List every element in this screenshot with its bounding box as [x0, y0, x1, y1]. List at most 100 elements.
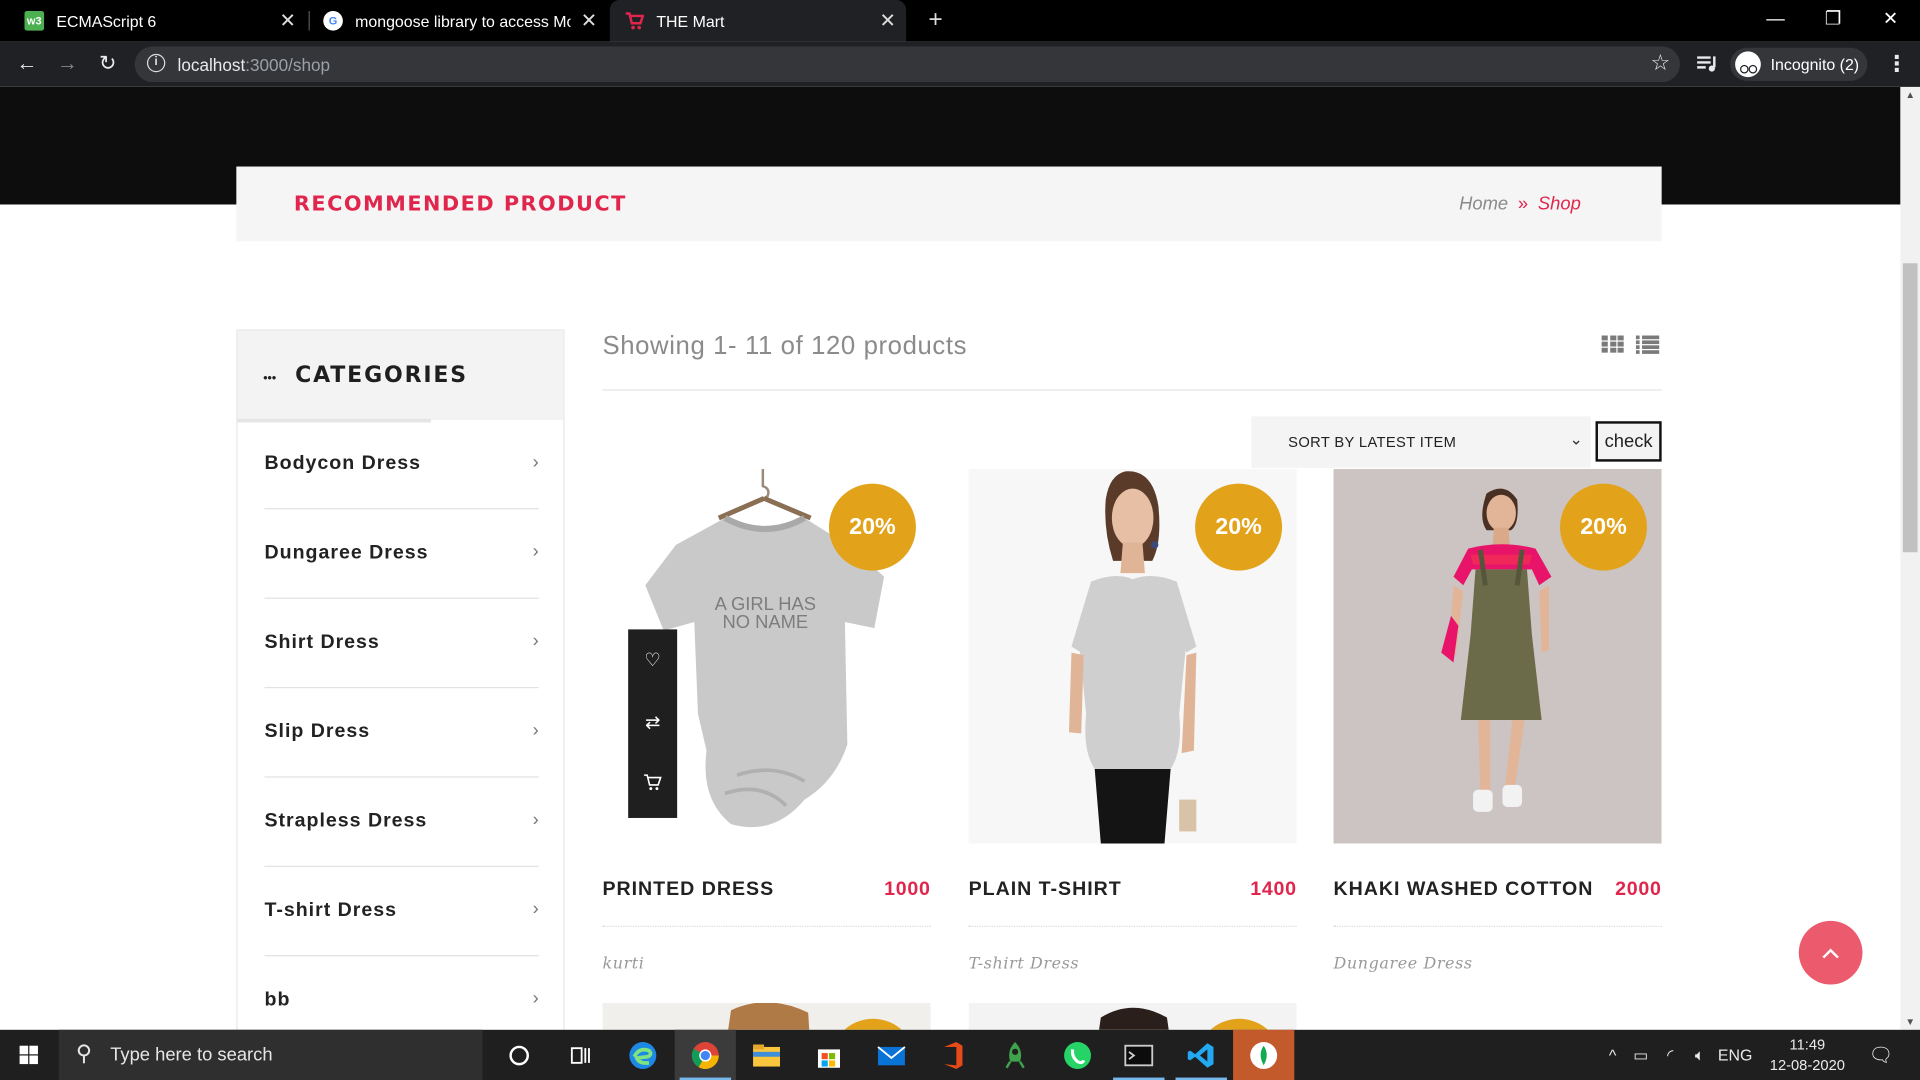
new-tab-icon[interactable]: + [921, 5, 950, 34]
list-view-icon[interactable] [1635, 335, 1660, 354]
breadcrumb-current: Shop [1537, 193, 1581, 215]
scroll-down-arrow-icon[interactable]: ▼ [1905, 1016, 1915, 1027]
chrome-icon[interactable] [674, 1029, 736, 1080]
bookmark-star-icon[interactable]: ☆ [1650, 50, 1670, 76]
clock-date: 12-08-2020 [1769, 1056, 1845, 1074]
cortana-icon[interactable] [489, 1030, 550, 1080]
url-text: localhost:3000/shop [178, 55, 331, 75]
chevron-right-icon: › [532, 988, 539, 1009]
divider [602, 389, 1662, 391]
vscode-icon[interactable] [1171, 1030, 1232, 1080]
close-tab-icon[interactable]: ✕ [571, 9, 608, 33]
task-view-icon[interactable] [550, 1030, 611, 1080]
sidebar-item-bb[interactable]: bb › [264, 956, 538, 1029]
mail-icon[interactable] [861, 1030, 922, 1080]
compare-arrows-icon[interactable]: ⇄ [628, 692, 677, 754]
scroll-to-top-button[interactable] [1798, 920, 1863, 985]
sidebar-item-shirt-dress[interactable]: Shirt Dress › [264, 599, 539, 689]
microsoft-store-icon[interactable] [798, 1030, 859, 1080]
product-card-partial[interactable] [602, 1002, 931, 1030]
restore-icon[interactable]: ❐ [1805, 0, 1861, 42]
category-label: Dungaree Dress [264, 542, 429, 564]
input-language[interactable]: ENG [1714, 1046, 1756, 1064]
tshirt-print-text: NO NAME [722, 611, 808, 632]
discount-badge: 20% [828, 483, 916, 571]
discount-badge: 20% [1560, 483, 1647, 571]
forward-icon[interactable]: → [51, 48, 83, 80]
taskbar-search-box[interactable]: ⚲ Type here to search [58, 1029, 483, 1080]
product-price: 1400 [1250, 879, 1297, 901]
terminal-icon[interactable] [1108, 1030, 1169, 1080]
scroll-up-arrow-icon[interactable]: ▲ [1905, 89, 1915, 100]
product-price: 2000 [1615, 879, 1662, 901]
minimize-icon[interactable]: — [1747, 0, 1803, 42]
system-tray: ^ ▭ ◜ 🔈︎ ENG [1599, 1030, 1756, 1080]
sidebar-item-bodycon-dress[interactable]: Bodycon Dress › [264, 420, 539, 510]
browser-menu-icon[interactable]: ⋮ [1886, 51, 1908, 77]
chevron-up-icon[interactable]: ^ [1599, 1046, 1626, 1064]
check-button[interactable]: check [1595, 421, 1662, 462]
edge-browser-icon[interactable] [612, 1030, 673, 1080]
product-price: 1000 [884, 879, 931, 901]
system-clock[interactable]: 11:49 12-08-2020 [1766, 1035, 1849, 1077]
product-name[interactable]: PRINTED DRESS [602, 879, 774, 901]
tab-mongoose[interactable]: G mongoose library to access Mon ✕ [311, 0, 607, 42]
sidebar-item-slip-dress[interactable]: Slip Dress › [264, 688, 539, 778]
address-bar[interactable]: i localhost:3000/shop ☆ [134, 46, 1681, 83]
product-card[interactable]: 20% PLAIN T-SHIRT 1400 T-shirt Dress [968, 468, 1297, 973]
mongodb-compass-icon[interactable] [1233, 1029, 1295, 1080]
product-category[interactable]: Dungaree Dress [1333, 955, 1472, 973]
sidebar-item-tshirt-dress[interactable]: T-shirt Dress › [264, 867, 539, 957]
product-category[interactable]: T-shirt Dress [969, 955, 1080, 973]
product-card[interactable]: 20% KHAKI WASHED COTTON 2000 Dungaree Dr… [1333, 468, 1662, 973]
whatsapp-icon[interactable] [1047, 1030, 1108, 1080]
wifi-icon[interactable]: ◜ [1656, 1045, 1685, 1065]
product-name[interactable]: KHAKI WASHED COTTON [1333, 879, 1593, 901]
battery-icon[interactable]: ▭ [1626, 1045, 1655, 1065]
close-tab-icon[interactable]: ✕ [269, 9, 306, 33]
breadcrumb-nav: Home » Shop [1459, 193, 1581, 214]
product-category[interactable]: kurti [602, 955, 644, 973]
product-image[interactable]: 20% [968, 468, 1297, 844]
windows-start-icon[interactable] [0, 1030, 59, 1080]
robo3t-icon[interactable] [984, 1030, 1045, 1080]
close-tab-icon[interactable]: ✕ [869, 9, 906, 33]
ellipsis-icon: ••• [263, 372, 277, 386]
reload-icon[interactable]: ↻ [92, 48, 124, 80]
sidebar-item-strapless-dress[interactable]: Strapless Dress › [264, 778, 539, 867]
url-path: :3000/shop [245, 55, 331, 75]
incognito-profile-button[interactable]: Incognito (2) [1730, 47, 1868, 81]
scrollbar-thumb[interactable] [1902, 263, 1918, 553]
add-to-cart-icon[interactable] [628, 754, 677, 816]
close-window-icon[interactable]: ✕ [1862, 0, 1918, 42]
grid-view-icon[interactable] [1601, 335, 1624, 353]
breadcrumb-home-link[interactable]: Home [1459, 193, 1508, 214]
site-info-icon[interactable]: i [146, 53, 166, 73]
page-scrollbar[interactable]: ▲ ▼ [1900, 86, 1920, 1030]
product-name[interactable]: PLAIN T-SHIRT [969, 879, 1122, 901]
product-image[interactable] [968, 1002, 1297, 1030]
volume-icon[interactable]: 🔈︎ [1685, 1045, 1714, 1065]
tab-title: ECMAScript 6 [56, 11, 157, 31]
product-card[interactable]: A GIRL HAS NO NAME ♡ ⇄ 20% PRINTED DRESS… [602, 468, 931, 973]
product-card-partial[interactable] [968, 1002, 1297, 1030]
office-icon[interactable] [922, 1030, 983, 1080]
notification-icon[interactable]: 🗨︎ [1864, 1030, 1898, 1080]
chevron-right-icon: › [532, 451, 539, 473]
product-image[interactable]: A GIRL HAS NO NAME ♡ ⇄ 20% [602, 468, 931, 844]
file-explorer-icon[interactable] [736, 1030, 797, 1080]
sidebar-item-dungaree-dress[interactable]: Dungaree Dress › [264, 509, 539, 599]
product-image[interactable] [602, 1002, 931, 1030]
product-image[interactable]: 20% [1333, 468, 1662, 844]
wishlist-heart-icon[interactable]: ♡ [628, 629, 677, 691]
double-chevron-icon: » [1517, 193, 1529, 215]
sort-selected-value: SORT BY LATEST ITEM [1288, 433, 1457, 451]
search-placeholder: Type here to search [110, 1044, 273, 1066]
results-count: Showing 1- 11 of 120 products [602, 331, 968, 361]
tab-ecmascript[interactable]: w3 ECMAScript 6 ✕ [0, 0, 306, 42]
sort-select[interactable]: SORT BY LATEST ITEM ⌄ [1251, 416, 1591, 468]
tab-the-mart[interactable]: THE Mart ✕ [609, 0, 907, 42]
product-quick-actions: ♡ ⇄ [628, 629, 678, 818]
media-control-icon[interactable] [1695, 51, 1719, 75]
back-icon[interactable]: ← [11, 48, 43, 80]
